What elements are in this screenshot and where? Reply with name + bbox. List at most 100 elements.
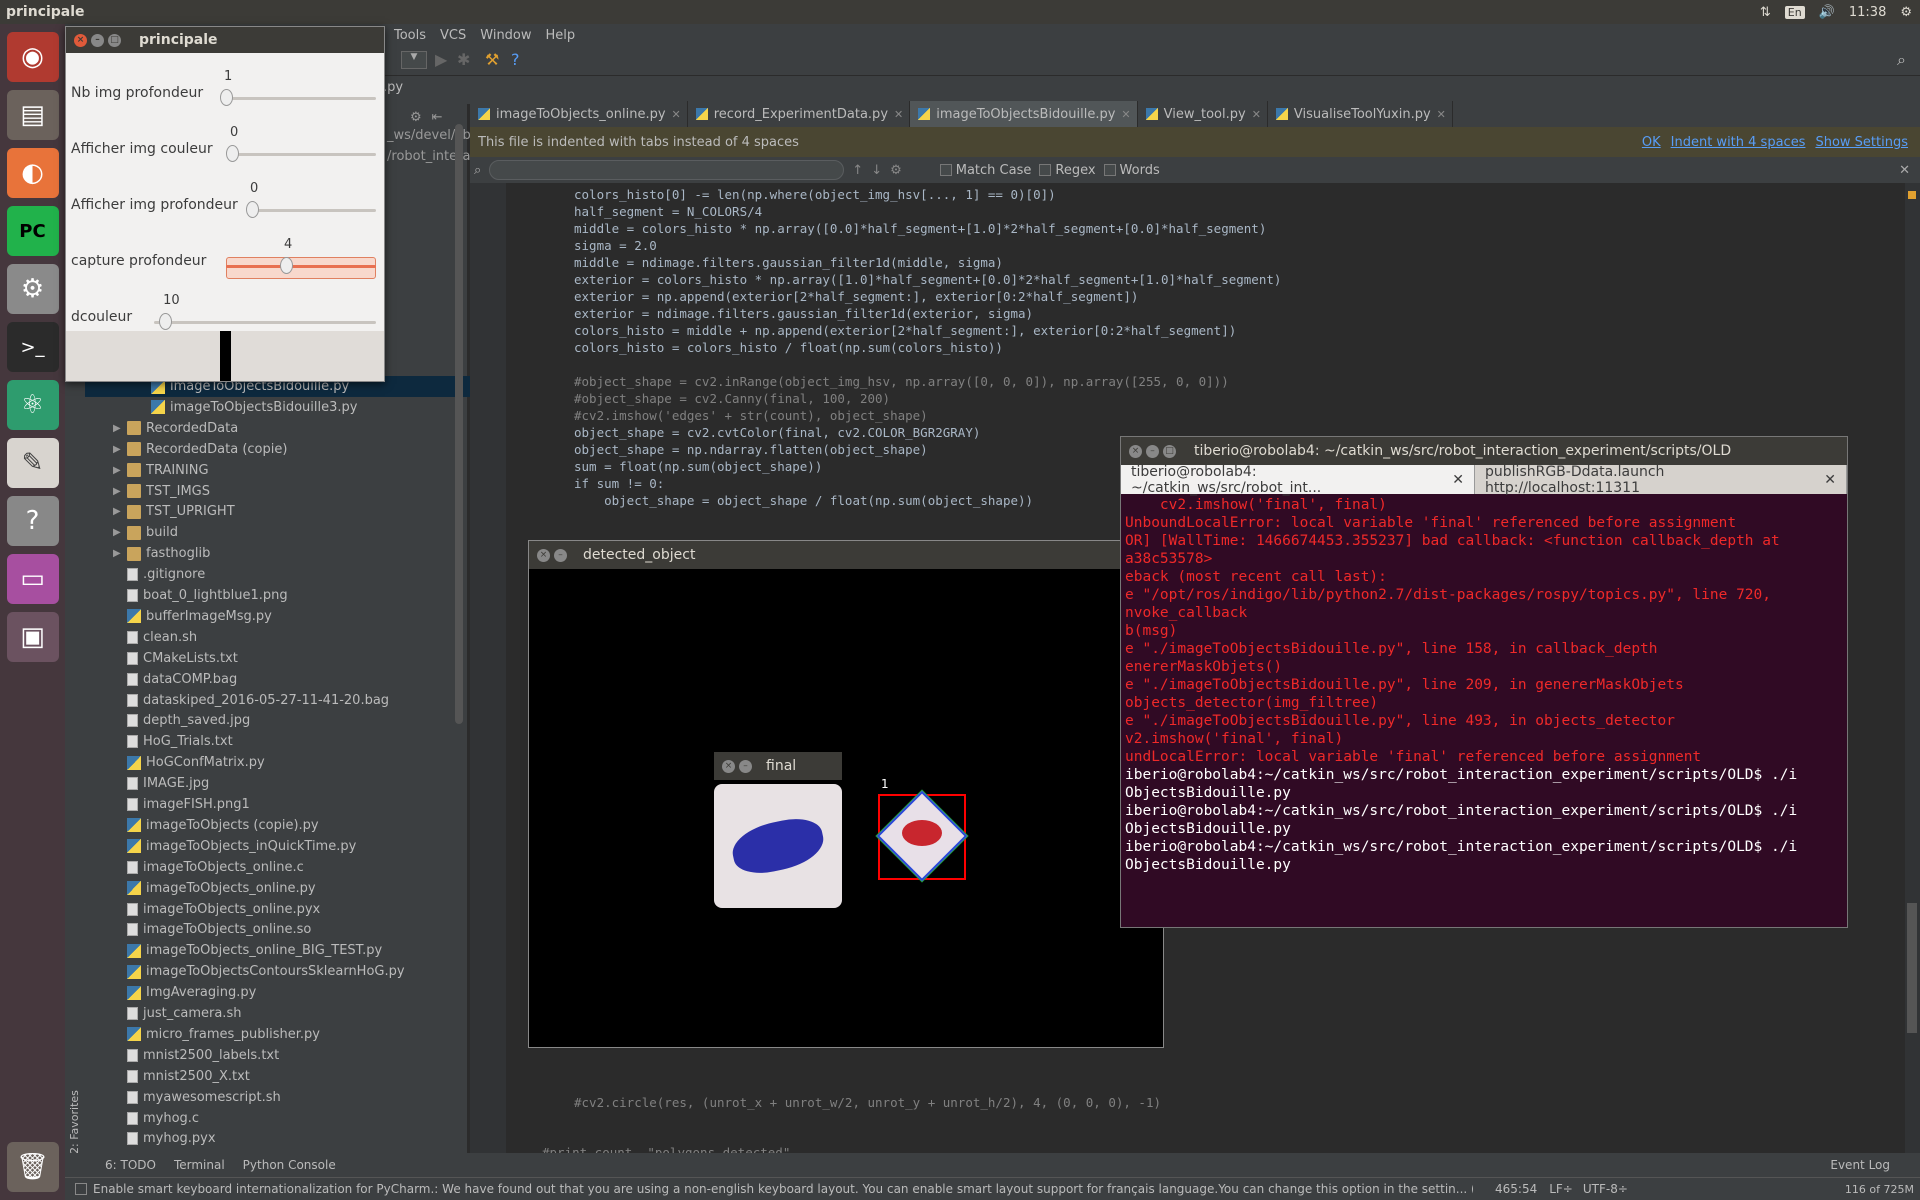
project-scrollbar[interactable] — [455, 124, 463, 724]
tree-file[interactable]: imageToObjects_online.so — [85, 919, 485, 940]
match-case-checkbox[interactable]: Match Case — [939, 163, 1031, 178]
terminal-icon[interactable]: >_ — [6, 322, 59, 372]
close-tab-icon[interactable]: ✕ — [1121, 108, 1130, 121]
find-options-icon[interactable]: ⚙ — [890, 163, 902, 178]
minimize-icon[interactable]: – — [554, 548, 567, 562]
editor-tab[interactable]: imageToObjectsBidouille.py ✕ — [910, 101, 1138, 127]
indent-with-spaces-link[interactable]: Indent with 4 spaces — [1671, 135, 1806, 150]
final-titlebar[interactable]: × – final — [714, 752, 842, 780]
expand-arrow-icon[interactable]: ▶ — [113, 506, 127, 517]
minimize-icon[interactable]: – — [1146, 444, 1159, 458]
tree-file[interactable]: .gitignore — [85, 564, 485, 585]
tree-folder[interactable]: ▶ TST_UPRIGHT — [85, 501, 485, 522]
tree-file[interactable]: bufferImageMsg.py — [85, 606, 485, 627]
close-tab-icon[interactable]: ✕ — [894, 108, 903, 121]
breadcrumb-file[interactable]: .py — [383, 80, 403, 95]
todo-tab[interactable]: 6: TODO — [105, 1158, 156, 1172]
tree-file[interactable]: IMAGE.jpg — [85, 773, 485, 794]
atom-icon[interactable]: ⚛ — [6, 380, 59, 430]
tree-file[interactable]: boat_0_lightblue1.png — [85, 585, 485, 606]
tree-file[interactable]: dataskiped_2016-05-27-11-41-20.bag — [85, 690, 485, 711]
expand-arrow-icon[interactable]: ▶ — [113, 444, 127, 455]
menu-help[interactable]: Help — [539, 28, 583, 43]
close-icon[interactable]: × — [1129, 444, 1142, 458]
trackbar-knob[interactable] — [226, 145, 239, 162]
trackbar-knob[interactable] — [220, 89, 233, 106]
tree-file[interactable]: imageToObjects_inQuickTime.py — [85, 836, 485, 857]
close-find-icon[interactable]: ✕ — [1899, 163, 1920, 178]
minimize-icon[interactable]: – — [91, 33, 104, 47]
tree-file[interactable]: imageToObjects (copie).py — [85, 815, 485, 836]
expand-arrow-icon[interactable]: ▶ — [113, 486, 127, 497]
maximize-icon[interactable]: □ — [1163, 444, 1176, 458]
words-checkbox[interactable]: Words — [1103, 163, 1160, 178]
terminal-tab-1[interactable]: tiberio@robolab4: ~/catkin_ws/src/robot_… — [1121, 464, 1476, 496]
tree-file[interactable]: imageToObjects_online.pyx — [85, 899, 485, 920]
hide-panel-icon[interactable]: ⇤ — [432, 110, 443, 125]
tree-file[interactable]: imageToObjects_online.py — [85, 878, 485, 899]
help-button-icon[interactable]: ? — [511, 50, 520, 69]
warning-marker[interactable] — [1908, 191, 1916, 199]
search-everywhere-icon[interactable]: ⌕ — [1897, 50, 1906, 70]
tree-file[interactable]: imageToObjectsContoursSklearnHoG.py — [85, 961, 485, 982]
close-tab-icon[interactable]: ✕ — [1452, 472, 1464, 488]
close-tab-icon[interactable]: ✕ — [672, 108, 681, 121]
python-console-tab[interactable]: Python Console — [243, 1158, 336, 1172]
expand-arrow-icon[interactable]: ▶ — [113, 527, 127, 538]
ubuntu-dash-icon[interactable]: ◉ — [6, 32, 59, 82]
editor-tab[interactable]: record_ExperimentData.py ✕ — [688, 101, 911, 127]
close-tab-icon[interactable]: ✕ — [1437, 108, 1446, 121]
terminal-tab[interactable]: Terminal — [174, 1158, 225, 1172]
tree-file[interactable]: clean.sh — [85, 627, 485, 648]
memory-indicator[interactable]: 116 of 725M — [1845, 1183, 1920, 1196]
regex-checkbox[interactable]: Regex — [1039, 163, 1096, 178]
menu-window[interactable]: Window — [473, 28, 538, 43]
editor-scrollbar[interactable] — [1907, 903, 1917, 1033]
tree-file[interactable]: imageToObjectsBidouille3.py — [85, 397, 485, 418]
trackbar-track[interactable] — [226, 265, 376, 268]
minimize-icon[interactable]: – — [739, 759, 752, 773]
tree-file[interactable]: dataCOMP.bag — [85, 669, 485, 690]
workspace-icon[interactable]: ▭ — [6, 554, 59, 604]
trackbar-knob[interactable] — [246, 201, 259, 218]
tree-file[interactable]: just_camera.sh — [85, 1003, 485, 1024]
help-icon[interactable]: ? — [6, 496, 59, 546]
tree-file[interactable]: mnist2500_X.txt — [85, 1066, 485, 1087]
tree-file[interactable]: imageFISH.png1 — [85, 794, 485, 815]
run-config-dropdown[interactable]: ▼ — [401, 51, 427, 69]
project-structure-icon[interactable]: ⚒ — [485, 50, 499, 69]
tree-file[interactable]: HoGConfMatrix.py — [85, 752, 485, 773]
firefox-icon[interactable]: ◐ — [6, 148, 59, 198]
principale-titlebar[interactable]: × – □ principale — [66, 27, 384, 53]
close-tab-icon[interactable]: ✕ — [1824, 472, 1836, 488]
tree-file[interactable]: HoG_Trials.txt — [85, 731, 485, 752]
trackbar-knob[interactable] — [159, 313, 173, 330]
editor-tab[interactable]: View_tool.py ✕ — [1138, 101, 1268, 127]
tree-file[interactable]: depth_saved.jpg — [85, 710, 485, 731]
file-encoding[interactable]: UTF-8÷ — [1583, 1182, 1628, 1196]
network-icon[interactable]: ⇅ — [1760, 5, 1771, 20]
close-tab-icon[interactable]: ✕ — [1252, 108, 1261, 121]
editor-tab[interactable]: VisualiseToolYuxin.py ✕ — [1268, 101, 1453, 127]
close-icon[interactable]: × — [74, 33, 87, 47]
tree-file[interactable]: myhog.pyx — [85, 1128, 485, 1149]
debug-icon[interactable]: ✱ — [457, 50, 470, 69]
keyboard-layout-indicator[interactable]: En — [1784, 5, 1805, 19]
caret-position[interactable]: 465:54 — [1495, 1182, 1537, 1196]
status-toggle-icon[interactable] — [75, 1183, 87, 1195]
tree-folder[interactable]: ▶ TST_IMGS — [85, 481, 485, 502]
notice-ok-link[interactable]: OK — [1642, 135, 1661, 150]
menu-tools[interactable]: Tools — [387, 28, 433, 43]
tree-folder[interactable]: ▶ RecordedData (copie) — [85, 439, 485, 460]
next-occurrence-icon[interactable]: ↓ — [871, 163, 882, 178]
tree-file[interactable]: imageToObjects_online_BIG_TEST.py — [85, 940, 485, 961]
event-log-tab[interactable]: Event Log — [1830, 1158, 1920, 1172]
editor-marker-strip[interactable] — [1905, 183, 1920, 1153]
close-icon[interactable]: × — [537, 548, 550, 562]
editor-tab[interactable]: imageToObjects_online.py ✕ — [470, 101, 688, 127]
clock[interactable]: 11:38 — [1849, 5, 1886, 20]
tree-file[interactable]: imageToObjects_online.c — [85, 857, 485, 878]
volume-icon[interactable]: 🔊 — [1819, 5, 1835, 20]
expand-arrow-icon[interactable]: ▶ — [113, 465, 127, 476]
tree-file[interactable]: micro_frames_publisher.py — [85, 1024, 485, 1045]
